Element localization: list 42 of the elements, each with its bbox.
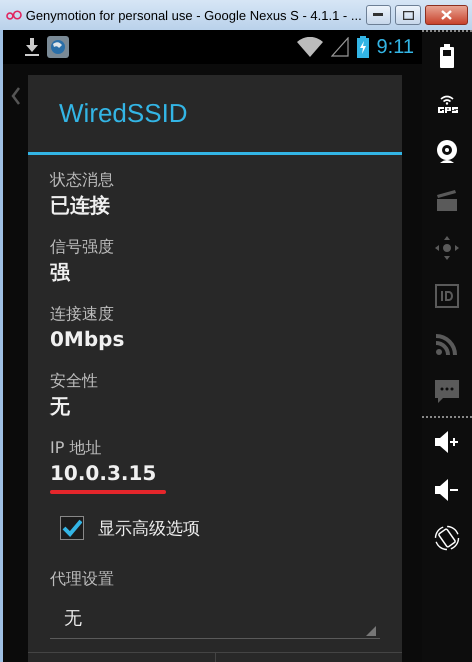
field-value: 无 bbox=[50, 393, 70, 420]
id-card-icon bbox=[435, 284, 459, 308]
field-label: 安全性 bbox=[50, 370, 98, 392]
field-value: 已连接 bbox=[50, 192, 110, 219]
battery-icon bbox=[440, 44, 454, 68]
close-button[interactable] bbox=[424, 5, 468, 25]
volume-up-icon bbox=[435, 431, 459, 453]
field-value: 强 bbox=[50, 259, 70, 286]
wifi-icon bbox=[296, 37, 323, 57]
minimize-button[interactable] bbox=[366, 5, 392, 25]
maximize-button[interactable] bbox=[395, 5, 421, 25]
app-notification-icon bbox=[47, 36, 69, 58]
gps-icon bbox=[436, 94, 458, 114]
dialog-title: WiredSSID bbox=[28, 75, 402, 155]
webcam-icon bbox=[436, 140, 458, 164]
checkbox-label: 显示高级选项 bbox=[98, 518, 200, 540]
back-chevron-icon bbox=[10, 87, 20, 105]
field-label: 代理设置 bbox=[50, 568, 114, 590]
app-icon bbox=[6, 10, 22, 20]
maximize-icon bbox=[402, 10, 414, 20]
checkbox[interactable] bbox=[60, 516, 84, 540]
dpad-icon bbox=[435, 236, 459, 260]
field-label: IP 地址 bbox=[50, 437, 102, 459]
message-icon bbox=[435, 380, 459, 404]
rss-icon bbox=[436, 333, 458, 355]
signal-icon bbox=[330, 37, 349, 57]
dropdown-corner-icon bbox=[366, 626, 376, 636]
field-label: 连接速度 bbox=[50, 303, 114, 325]
proxy-dropdown[interactable]: 无 bbox=[50, 598, 380, 639]
battery-charging-icon bbox=[356, 36, 369, 58]
clapperboard-icon bbox=[436, 189, 458, 211]
download-icon bbox=[25, 38, 39, 56]
close-icon bbox=[440, 10, 452, 20]
rotate-icon bbox=[434, 525, 460, 551]
field-label: 信号强度 bbox=[50, 236, 114, 258]
window-title: Genymotion for personal use - Google Nexus S - 4.1.1 - ... bbox=[26, 8, 362, 22]
field-value: 0Mbps bbox=[50, 326, 124, 353]
minimize-icon bbox=[373, 13, 384, 17]
volume-down-icon bbox=[435, 479, 459, 501]
field-value: 10.0.3.15 bbox=[50, 460, 156, 487]
clock: 9:11 bbox=[376, 36, 414, 58]
field-label: 状态消息 bbox=[50, 169, 114, 191]
